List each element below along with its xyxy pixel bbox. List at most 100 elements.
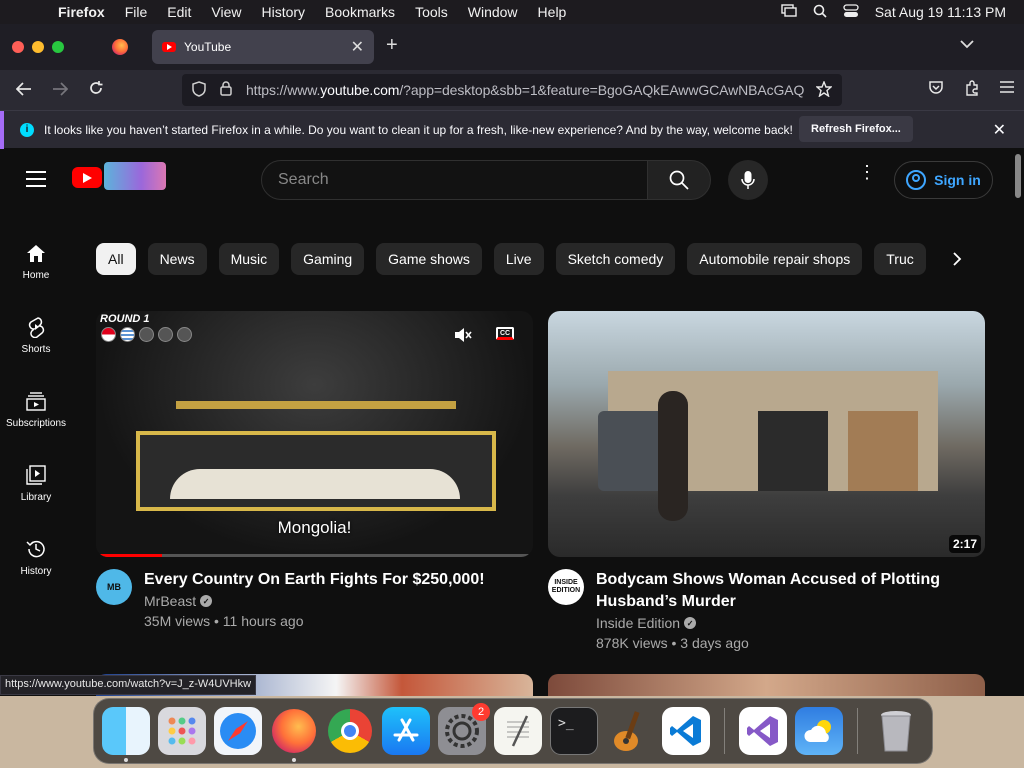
sign-in-button[interactable]: Sign in xyxy=(894,161,993,199)
video-card-inside-edition[interactable]: 2:17 INSIDE EDITION Bodycam Shows Woman … xyxy=(548,311,985,651)
chip-game-shows[interactable]: Game shows xyxy=(376,243,482,275)
library-icon xyxy=(25,464,47,486)
search-button[interactable] xyxy=(647,160,711,200)
safari-icon[interactable] xyxy=(214,707,262,755)
control-center-icon[interactable] xyxy=(843,3,859,21)
menu-tools[interactable]: Tools xyxy=(405,4,458,20)
menu-view[interactable]: View xyxy=(201,4,251,20)
reload-button[interactable] xyxy=(78,80,114,101)
preview-progress-bar[interactable] xyxy=(96,554,533,557)
sidebar-item-subscriptions[interactable]: Subscriptions xyxy=(0,372,72,446)
page-scrollbar[interactable] xyxy=(1014,152,1022,696)
visual-studio-icon[interactable] xyxy=(739,707,787,755)
lock-icon[interactable] xyxy=(220,81,232,99)
minimize-window-button[interactable] xyxy=(32,41,44,53)
chip-automobile-repair-shops[interactable]: Automobile repair shops xyxy=(687,243,863,275)
menu-app-name[interactable]: Firefox xyxy=(48,4,115,20)
search-input[interactable] xyxy=(278,171,647,189)
youtube-doodle[interactable] xyxy=(104,162,166,190)
video-title[interactable]: Every Country On Earth Fights For $250,0… xyxy=(144,569,524,591)
tracking-protection-shield-icon[interactable] xyxy=(192,80,206,100)
sidebar-item-home[interactable]: Home xyxy=(0,224,72,298)
chip-all[interactable]: All xyxy=(96,243,136,275)
chip-gaming[interactable]: Gaming xyxy=(291,243,365,275)
menu-history[interactable]: History xyxy=(251,4,315,20)
closed-captions-icon[interactable]: CC xyxy=(496,327,514,340)
tab-title: YouTube xyxy=(184,40,232,54)
dock-separator xyxy=(857,708,858,754)
menu-edit[interactable]: Edit xyxy=(157,4,201,20)
weather-icon[interactable] xyxy=(795,707,843,755)
new-tab-button[interactable]: + xyxy=(386,34,398,57)
forward-button[interactable] xyxy=(42,80,78,101)
textedit-icon[interactable] xyxy=(494,707,542,755)
back-button[interactable] xyxy=(6,80,42,101)
terminal-icon[interactable]: >_ xyxy=(550,707,598,755)
person-graphic xyxy=(658,391,688,521)
next-row-thumbnail-right[interactable] xyxy=(548,674,985,696)
settings-more-icon[interactable]: ⋮ xyxy=(858,163,876,181)
channel-name[interactable]: MrBeast ✓ xyxy=(144,593,213,609)
muted-speaker-icon[interactable] xyxy=(454,327,472,346)
screen-mirroring-icon[interactable] xyxy=(781,3,797,21)
app-store-icon[interactable] xyxy=(382,707,430,755)
close-tab-icon[interactable]: ✕ xyxy=(351,37,364,57)
garageband-icon[interactable] xyxy=(606,707,654,755)
menu-window[interactable]: Window xyxy=(458,4,528,20)
menubar-clock[interactable]: Sat Aug 19 11:13 PM xyxy=(875,4,1006,20)
menu-bookmarks[interactable]: Bookmarks xyxy=(315,4,405,20)
firefox-icon xyxy=(112,39,128,55)
search-box[interactable] xyxy=(261,160,648,200)
link-status-bar: https://www.youtube.com/watch?v=J_z-W4UV… xyxy=(0,675,257,695)
youtube-page: ⋮ Sign in Home Shorts xyxy=(0,152,1024,696)
extensions-icon[interactable] xyxy=(964,80,980,100)
firefox-icon[interactable] xyxy=(270,707,318,762)
history-icon xyxy=(25,538,47,560)
pinned-firefox-tab[interactable] xyxy=(98,30,142,64)
chip-news[interactable]: News xyxy=(147,243,207,275)
close-notification-icon[interactable]: ✕ xyxy=(993,120,1006,140)
finder-icon[interactable] xyxy=(102,707,150,762)
sidebar-item-shorts[interactable]: Shorts xyxy=(0,298,72,372)
sidebar-item-library[interactable]: Library xyxy=(0,446,72,520)
list-all-tabs-icon[interactable] xyxy=(960,36,974,52)
verified-badge-icon: ✓ xyxy=(200,595,213,607)
system-settings-icon[interactable]: 2 xyxy=(438,703,490,755)
chip-live[interactable]: Live xyxy=(493,243,544,275)
channel-avatar[interactable]: INSIDE EDITION xyxy=(548,569,584,605)
zoom-window-button[interactable] xyxy=(52,41,64,53)
channel-avatar[interactable]: MB xyxy=(96,569,132,605)
trash-icon[interactable] xyxy=(872,707,920,755)
url-bar[interactable]: https://www.youtube.com/?app=desktop&sbb… xyxy=(182,74,842,106)
menu-file[interactable]: File xyxy=(115,4,158,20)
menu-help[interactable]: Help xyxy=(528,4,577,20)
scrollbar-thumb[interactable] xyxy=(1015,154,1021,198)
firefox-window: YouTube ✕ + https://www.youtube.com/?app… xyxy=(0,24,1024,696)
video-title[interactable]: Bodycam Shows Woman Accused of Plotting … xyxy=(596,569,976,613)
app-menu-icon[interactable] xyxy=(1000,80,1014,100)
close-window-button[interactable] xyxy=(12,41,24,53)
guide-menu-icon[interactable] xyxy=(26,171,46,192)
round-flags xyxy=(101,327,192,342)
video-thumbnail[interactable]: 2:17 xyxy=(548,311,985,557)
channel-name[interactable]: Inside Edition ✓ xyxy=(596,615,697,631)
video-stats: 878K views • 3 days ago xyxy=(596,635,749,651)
chip-trucks[interactable]: Truc xyxy=(874,243,926,275)
chip-music[interactable]: Music xyxy=(218,243,280,275)
chip-sketch-comedy[interactable]: Sketch comedy xyxy=(555,243,676,275)
video-card-mrbeast[interactable]: ROUND 1 CC Mongolia! MB Every Country On… xyxy=(96,311,533,629)
tab-youtube[interactable]: YouTube ✕ xyxy=(152,30,374,64)
voice-search-button[interactable] xyxy=(728,160,768,200)
vscode-icon[interactable] xyxy=(662,707,710,755)
youtube-logo-icon[interactable] xyxy=(72,167,102,188)
refresh-firefox-button[interactable]: Refresh Firefox... xyxy=(799,116,913,142)
bookmark-star-icon[interactable] xyxy=(815,79,833,100)
chrome-icon[interactable] xyxy=(326,707,374,755)
pocket-icon[interactable] xyxy=(928,80,944,100)
video-thumbnail-preview[interactable]: ROUND 1 CC Mongolia! xyxy=(96,311,533,557)
arena-stage-graphic xyxy=(136,431,496,511)
spotlight-search-icon[interactable] xyxy=(813,4,827,21)
launchpad-icon[interactable] xyxy=(158,707,206,755)
sidebar-item-history[interactable]: History xyxy=(0,520,72,594)
chips-next-arrow-icon[interactable] xyxy=(940,243,974,275)
